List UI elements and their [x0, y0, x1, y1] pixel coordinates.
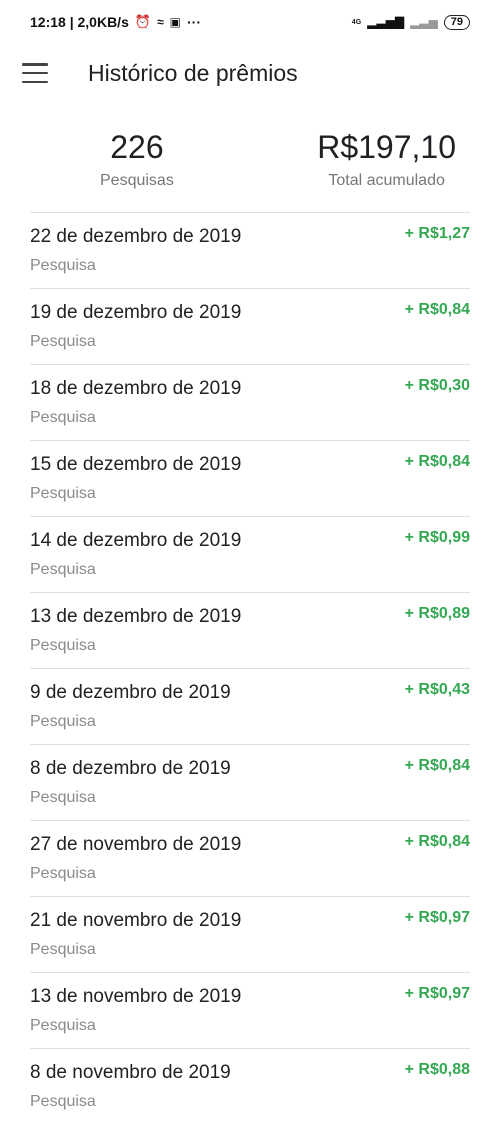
reward-type: Pesquisa [30, 1093, 96, 1110]
reward-amount: + R$0,84 [404, 453, 470, 470]
notification-icon: ≈ [157, 15, 164, 29]
reward-amount: + R$0,97 [404, 909, 470, 926]
reward-type: Pesquisa [30, 257, 96, 274]
list-item: 18 de dezembro de 2019 Pesquisa + R$0,30 [30, 364, 470, 440]
reward-type: Pesquisa [30, 1017, 96, 1034]
surveys-count-label: Pesquisas [100, 172, 174, 189]
list-item: 22 de dezembro de 2019 Pesquisa + R$1,27 [30, 212, 470, 288]
list-item: 8 de novembro de 2019 Pesquisa + R$0,88 [30, 1048, 470, 1124]
surveys-count-value: 226 [110, 129, 164, 165]
reward-amount: + R$0,97 [404, 985, 470, 1002]
status-left: 12:18 | 2,0KB/s ⏰ ≈ ▣ ··· [30, 14, 201, 30]
status-bar: 12:18 | 2,0KB/s ⏰ ≈ ▣ ··· 4G ▂▃▅▇ ▂▃▅ 79 [0, 0, 500, 44]
reward-amount: + R$0,84 [404, 301, 470, 318]
battery-icon: 79 [443, 14, 470, 30]
reward-amount: + R$0,84 [404, 757, 470, 774]
summary: 226 Pesquisas R$197,10 Total acumulado [0, 102, 500, 212]
list-item: 13 de dezembro de 2019 Pesquisa + R$0,89 [30, 592, 470, 668]
list-item: 8 de dezembro de 2019 Pesquisa + R$0,84 [30, 744, 470, 820]
reward-list: 22 de dezembro de 2019 Pesquisa + R$1,27 19… [30, 212, 470, 1124]
reward-type: Pesquisa [30, 865, 96, 882]
reward-amount: + R$0,30 [404, 377, 470, 394]
reward-amount: + R$0,88 [404, 1061, 470, 1078]
signal-icon: ▂▃▅▇ [367, 15, 405, 29]
list-item: 21 de novembro de 2019 Pesquisa + R$0,97 [30, 896, 470, 972]
total-accumulated-stat: R$197,10 Total acumulado [317, 128, 456, 212]
more-notifications-icon: ··· [187, 14, 201, 30]
reward-type: Pesquisa [30, 409, 96, 426]
reward-amount: + R$0,84 [404, 833, 470, 850]
list-item: 13 de novembro de 2019 Pesquisa + R$0,97 [30, 972, 470, 1048]
reward-type: Pesquisa [30, 485, 96, 502]
reward-type: Pesquisa [30, 941, 96, 958]
surveys-count-stat: 226 Pesquisas [100, 128, 174, 212]
alarm-icon: ⏰ [134, 14, 152, 29]
reward-amount: + R$1,27 [404, 225, 470, 242]
menu-icon[interactable] [22, 63, 48, 83]
total-accumulated-label: Total acumulado [328, 172, 445, 189]
list-item: 15 de dezembro de 2019 Pesquisa + R$0,84 [30, 440, 470, 516]
page-title: Histórico de prêmios [88, 59, 298, 86]
youtube-icon: ▣ [169, 15, 181, 29]
list-item: 9 de dezembro de 2019 Pesquisa + R$0,43 [30, 668, 470, 744]
reward-type: Pesquisa [30, 333, 96, 350]
reward-type: Pesquisa [30, 713, 96, 730]
reward-amount: + R$0,99 [404, 529, 470, 546]
list-item: 19 de dezembro de 2019 Pesquisa + R$0,84 [30, 288, 470, 364]
signal-secondary-icon: ▂▃▅ [410, 15, 438, 29]
reward-type: Pesquisa [30, 789, 96, 806]
reward-type: Pesquisa [30, 561, 96, 578]
reward-amount: + R$0,89 [404, 605, 470, 622]
app-bar: Histórico de prêmios [0, 44, 500, 102]
reward-amount: + R$0,43 [404, 681, 470, 698]
status-right: 4G ▂▃▅▇ ▂▃▅ 79 [351, 14, 470, 30]
total-accumulated-value: R$197,10 [317, 129, 456, 165]
list-item: 27 de novembro de 2019 Pesquisa + R$0,84 [30, 820, 470, 896]
network-type-label: 4G [351, 18, 362, 26]
status-time-speed: 12:18 | 2,0KB/s [30, 14, 129, 30]
reward-type: Pesquisa [30, 637, 96, 654]
list-item: 14 de dezembro de 2019 Pesquisa + R$0,99 [30, 516, 470, 592]
